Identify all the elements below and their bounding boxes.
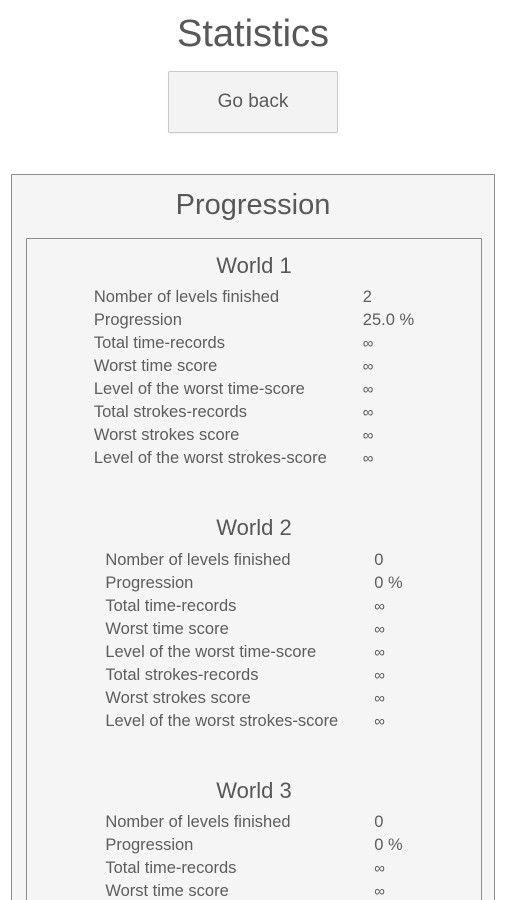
- world-title: World 3: [216, 777, 292, 803]
- table-row: Worst time score ∞: [94, 355, 414, 378]
- stat-label: Level of the worst time-score: [105, 642, 317, 661]
- stat-value: 0: [374, 550, 384, 569]
- table-row: Progression 25.0 %: [94, 309, 414, 332]
- table-row: Total time-records ∞: [105, 595, 402, 618]
- table-row: Nomber of levels finished 0: [105, 549, 402, 572]
- table-row: Total strokes-records ∞: [105, 664, 402, 687]
- stat-value: ∞: [374, 620, 385, 638]
- table-row: Worst time score ∞: [105, 618, 402, 641]
- stat-label: Total time-records: [105, 596, 237, 615]
- stat-value: 2: [362, 288, 372, 307]
- stat-value: ∞: [362, 404, 374, 422]
- stat-label: Progression: [105, 573, 194, 592]
- world-block: World 3 Nomber of levels finished 0 Progres…: [27, 778, 481, 900]
- stat-label: Total strokes-records: [105, 665, 259, 684]
- go-back-button-container: Go back: [0, 70, 506, 133]
- stat-label: Nomber of levels finished: [105, 550, 291, 569]
- table-row: Total time-records ∞: [105, 857, 402, 880]
- stat-label: Progression: [93, 311, 182, 330]
- table-row: Worst strokes score ∞: [105, 687, 402, 710]
- stat-value: ∞: [362, 358, 374, 376]
- stat-label: Worst time score: [105, 619, 229, 638]
- table-row: Progression 0 %: [105, 834, 402, 857]
- table-row: Total strokes-records ∞: [94, 401, 414, 424]
- world-title: World 1: [216, 253, 292, 278]
- progression-panel-title: Progression: [175, 189, 331, 221]
- table-row: Total time-records ∞: [94, 332, 414, 355]
- go-back-button[interactable]: Go back: [168, 70, 338, 133]
- worlds-list: World 1 Nomber of levels finished 2 Progres…: [27, 239, 481, 900]
- stat-value: ∞: [362, 381, 374, 399]
- stat-value: ∞: [374, 643, 385, 661]
- table-row: Level of the worst time-score ∞: [105, 641, 402, 664]
- world-block: World 1 Nomber of levels finished 2 Progres…: [27, 253, 481, 475]
- stat-label: Level of the worst strokes-score: [93, 449, 327, 468]
- world-stats-table: Nomber of levels finished 0 Progression 0 %…: [105, 549, 402, 733]
- table-row: Level of the worst strokes-score ∞: [105, 710, 402, 733]
- table-row: Nomber of levels finished 0: [105, 811, 402, 834]
- stat-value: 0 %: [374, 836, 403, 855]
- stat-value: ∞: [374, 597, 385, 615]
- page-title: Statistics: [176, 13, 330, 55]
- worlds-scroll-area[interactable]: World 1 Nomber of levels finished 2 Progres…: [26, 238, 482, 900]
- stat-value: ∞: [362, 335, 374, 353]
- stat-label: Worst strokes score: [93, 426, 240, 445]
- stat-value: 0: [374, 813, 384, 832]
- stat-label: Total time-records: [105, 859, 237, 878]
- stat-label: Worst time score: [93, 357, 218, 376]
- world-block: World 2 Nomber of levels finished 0 Progres…: [27, 515, 481, 737]
- world-title: World 2: [216, 515, 292, 541]
- table-row: Level of the worst strokes-score ∞: [94, 447, 414, 470]
- stat-label: Worst strokes score: [105, 688, 251, 707]
- stat-value: ∞: [374, 666, 385, 684]
- stat-label: Level of the worst strokes-score: [105, 711, 339, 730]
- stat-label: Worst time score: [105, 882, 229, 900]
- stat-label: Total time-records: [93, 334, 225, 353]
- stat-label: Nomber of levels finished: [105, 813, 291, 832]
- stat-value: ∞: [374, 689, 385, 707]
- world-stats-table: Nomber of levels finished 0 Progression 0 %…: [105, 811, 402, 900]
- table-row: Worst time score ∞: [105, 880, 402, 900]
- stat-label: Nomber of levels finished: [93, 288, 280, 307]
- stat-value: ∞: [374, 860, 385, 878]
- progression-panel: Progression World 1 Nomber of levels fini…: [11, 174, 495, 900]
- table-row: Nomber of levels finished 2: [94, 286, 414, 309]
- stat-label: Total strokes-records: [93, 403, 247, 422]
- table-row: Level of the worst time-score ∞: [94, 378, 414, 401]
- stat-value: 25.0 %: [362, 311, 415, 330]
- statistics-screen: Statistics Go back Progression World 1 No…: [0, 0, 506, 900]
- stat-value: ∞: [374, 883, 385, 900]
- stat-label: Progression: [105, 836, 194, 855]
- stat-value: ∞: [374, 712, 385, 730]
- table-row: Worst strokes score ∞: [94, 424, 414, 447]
- world-stats-table: Nomber of levels finished 2 Progression 25.…: [94, 286, 414, 470]
- stat-value: ∞: [362, 450, 374, 468]
- stat-value: 0 %: [374, 573, 403, 592]
- stat-value: ∞: [362, 427, 374, 445]
- stat-label: Level of the worst time-score: [93, 380, 305, 399]
- table-row: Progression 0 %: [105, 572, 402, 595]
